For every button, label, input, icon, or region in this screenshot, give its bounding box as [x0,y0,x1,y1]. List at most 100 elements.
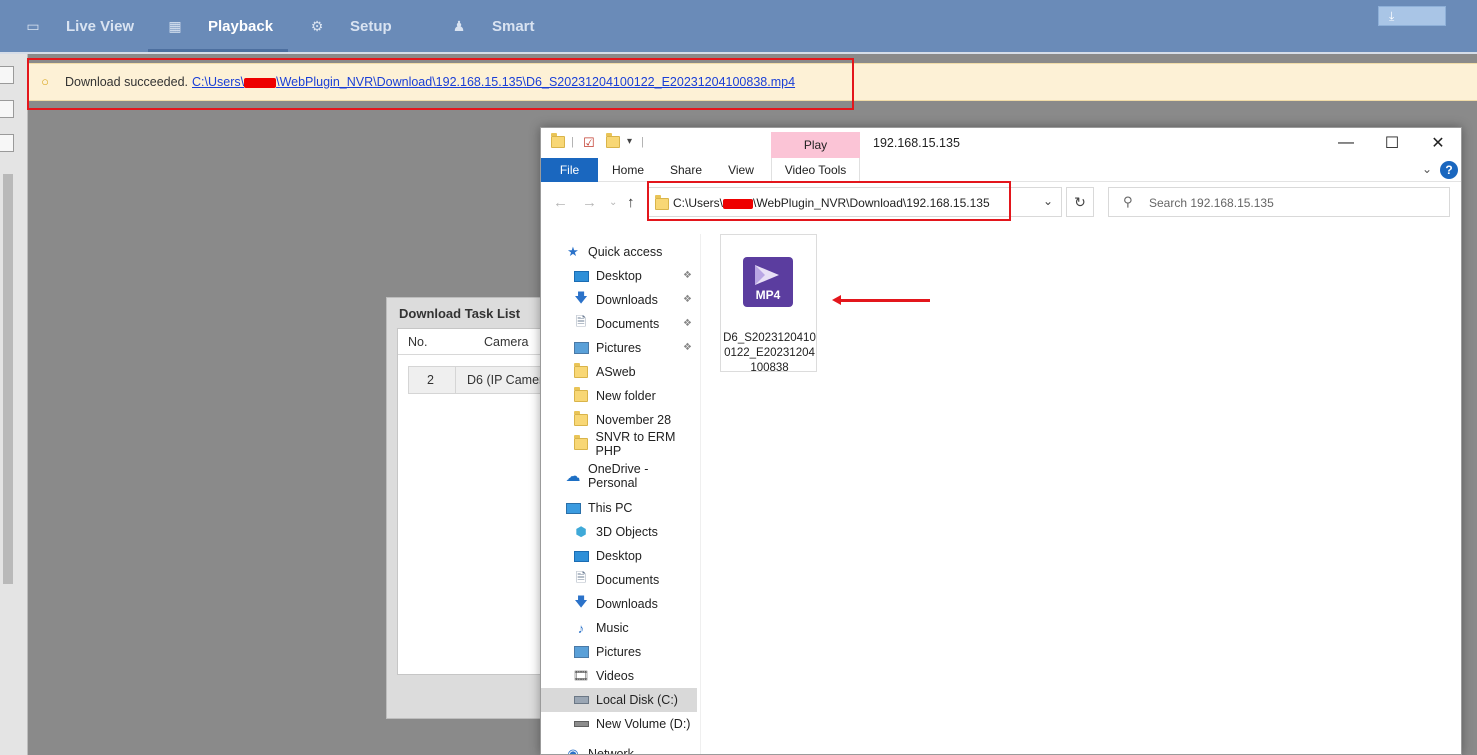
document-icon: 🗎 [575,314,587,329]
download-notification: ○ Download succeeded. C:\Users\ \WebPlugi… [29,63,1477,101]
nav-label: 3D Objects [596,525,658,539]
nav-pictures-pc[interactable]: Pictures [541,640,701,664]
path-suffix: \WebPlugin_NVR\Download\192.168.15.135\D… [276,75,796,89]
tab-home[interactable]: Home [603,158,653,182]
table-row[interactable]: 2 D6 (IP Camer [408,366,548,394]
chevron-down-icon[interactable]: ⌄ [1043,194,1053,208]
navigation-pane: ★ Quick access Desktop ❖ 🡇 Downloads ❖ 🗎… [541,234,701,754]
download-path-link[interactable]: C:\Users\ \WebPlugin_NVR\Download\192.168… [192,75,795,89]
help-icon[interactable]: ? [1440,161,1458,179]
folder-icon [655,195,669,213]
nav-3d-objects[interactable]: ⬢ 3D Objects [541,520,701,544]
left-toolbar [0,54,28,755]
drive-icon [573,716,589,732]
nav-setup[interactable]: ⚙ Setup [310,0,392,52]
pin-icon: ❖ [683,270,692,281]
folder-icon [573,411,589,428]
title-bar: | ☑ ▾ | Play 192.168.15.135 — ☐ ✕ [541,128,1461,158]
nav-music[interactable]: ♪ Music [541,616,701,640]
close-button[interactable]: ✕ [1415,128,1461,158]
properties-icon[interactable]: ☑ [583,136,597,150]
nav-network[interactable]: ◉ Network [541,742,701,754]
mp4-file-icon: MP4 [743,257,793,307]
task-table: No. Camera 2 D6 (IP Camer [397,328,548,675]
person-icon: ♟ [452,18,466,34]
nav-onedrive[interactable]: ☁ OneDrive - Personal [541,462,701,490]
nav-videos[interactable]: 🎞 Videos [541,664,701,688]
address-bar[interactable]: C:\Users\ \WebPlugin_NVR\Download\192.168… [648,187,1062,217]
redacted-username [244,77,277,88]
customize-toolbar-icon[interactable]: ▾ [627,136,641,150]
tab-view[interactable]: View [717,158,765,182]
search-placeholder: Search 192.168.15.135 [1149,196,1274,210]
gear-icon: ⚙ [310,18,324,34]
back-arrow-icon[interactable]: ← [553,194,568,211]
pin-icon: ❖ [683,318,692,329]
nav-this-pc[interactable]: This PC [541,496,701,520]
nav-playback-label: Playback [208,17,274,35]
expand-ribbon-icon[interactable]: ⌄ [1422,162,1432,176]
nav-label: Pictures [596,341,642,355]
document-icon: 🗎 [575,570,587,585]
tab-file[interactable]: File [541,158,598,182]
folder-icon [551,133,565,150]
maximize-button[interactable]: ☐ [1369,128,1415,158]
download-icon: ⤓ [1389,8,1395,23]
nav-downloads[interactable]: 🡇 Downloads ❖ [541,288,701,312]
disk-icon [573,692,589,708]
nav-november-28[interactable]: November 28 [541,408,701,432]
nav-new-folder[interactable]: New folder [541,384,701,408]
picture-icon [573,340,589,356]
nav-documents[interactable]: 🗎 Documents ❖ [541,312,701,336]
nav-new-volume-d[interactable]: New Volume (D:) [541,712,701,736]
nav-live-view-label: Live View [66,17,135,35]
search-icon: ⚲ [1123,194,1133,209]
nav-desktop-pc[interactable]: Desktop [541,544,701,568]
top-navigation-bar: ▭ Live View ▦ Playback ⚙ Setup ♟ Smart ⤓ [0,0,1477,52]
address-prefix: C:\Users\ [673,196,724,210]
tab-video-tools[interactable]: Video Tools [771,158,860,182]
column-no: No. [408,335,428,349]
toolbar-button[interactable] [0,134,14,152]
nav-playback[interactable]: ▦ Playback [168,0,273,52]
recent-locations-icon[interactable]: ⌄ [609,197,617,208]
up-arrow-icon[interactable]: ↑ [627,194,635,211]
nav-setup-label: Setup [350,17,392,35]
nav-desktop[interactable]: Desktop ❖ [541,264,701,288]
picture-icon [573,644,589,660]
nav-snvr-to-erm-php[interactable]: SNVR to ERM PHP [541,430,701,458]
forward-arrow-icon[interactable]: → [582,194,597,211]
scrollbar[interactable] [3,174,13,584]
nav-asweb[interactable]: ASweb [541,360,701,384]
notification-message: Download succeeded. [65,75,188,89]
nav-label: Downloads [596,293,658,307]
nav-downloads-pc[interactable]: 🡇 Downloads [541,592,701,616]
nav-label: Desktop [596,549,642,563]
nav-smart[interactable]: ♟ Smart [452,0,535,52]
minimize-button[interactable]: — [1323,128,1369,158]
download-button[interactable]: ⤓ [1378,6,1446,26]
file-item[interactable]: MP4 D6_S20231204100122_E20231204100838 [720,234,817,374]
collapse-button[interactable] [0,66,14,84]
redacted-username [723,198,754,209]
nav-label: New folder [596,389,656,403]
edit-button[interactable] [0,100,14,118]
refresh-button[interactable]: ↻ [1066,187,1094,217]
new-folder-icon[interactable] [606,133,620,150]
nav-live-view[interactable]: ▭ Live View [26,0,134,52]
star-icon: ★ [567,244,579,259]
nav-label: Documents [596,573,660,587]
nav-documents-pc[interactable]: 🗎 Documents [541,568,701,592]
nav-local-disk-c[interactable]: Local Disk (C:) [541,688,697,712]
nav-pictures[interactable]: Pictures ❖ [541,336,701,360]
cell-divider [455,367,456,393]
play-context-tab[interactable]: Play [771,132,860,158]
annotation-arrow-icon [832,295,930,305]
nav-quick-access[interactable]: ★ Quick access [541,240,701,264]
nav-smart-label: Smart [492,17,535,35]
desktop-icon [573,548,589,564]
search-input[interactable]: ⚲ Search 192.168.15.135 [1108,187,1450,217]
nav-label: Documents [596,317,660,331]
nav-label: ASweb [596,365,636,379]
tab-share[interactable]: Share [661,158,711,182]
